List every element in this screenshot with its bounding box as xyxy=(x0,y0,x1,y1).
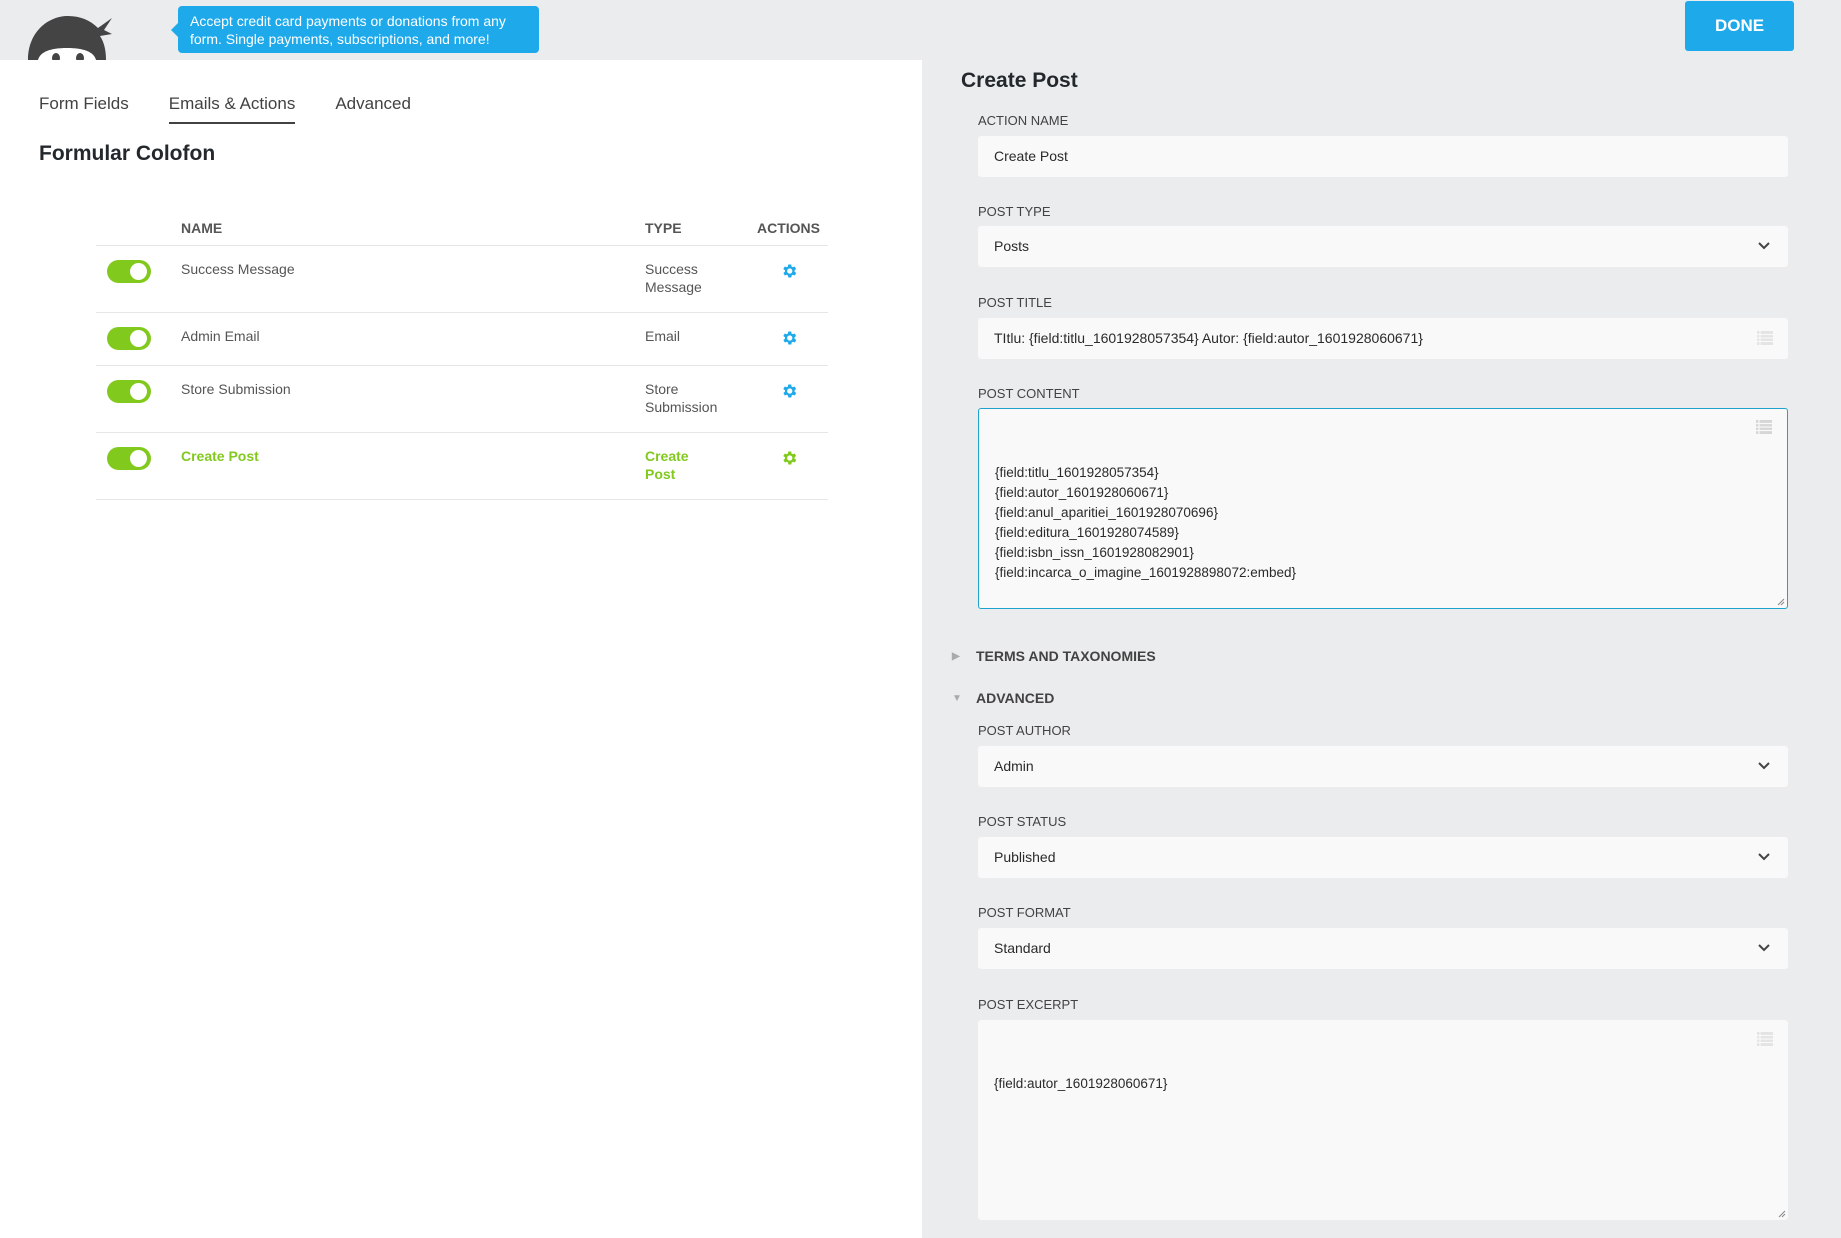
post-title-input[interactable]: TItlu: {field:titlu_1601928057354} Autor… xyxy=(978,318,1788,359)
action-name[interactable]: Create Post xyxy=(181,447,645,499)
caret-right-icon: ▶ xyxy=(952,650,960,662)
table-row-active[interactable]: Create Post Create Post xyxy=(96,433,828,500)
post-excerpt-textarea[interactable]: {field:autor_1601928060671} xyxy=(978,1020,1788,1220)
action-name-input[interactable]: Create Post xyxy=(978,136,1788,177)
chevron-down-icon xyxy=(1758,853,1770,861)
action-name[interactable]: Admin Email xyxy=(181,327,645,365)
actions-table: NAME TYPE ACTIONS Success Message Succes… xyxy=(96,210,828,500)
builder-tabs: Form Fields Emails & Actions Advanced xyxy=(39,94,451,124)
merge-tags-icon[interactable] xyxy=(1756,329,1774,347)
gear-icon[interactable] xyxy=(780,382,798,400)
left-panel: Form Fields Emails & Actions Advanced Fo… xyxy=(0,60,922,1238)
toggle-knob xyxy=(130,383,147,400)
post-title-label: POST TITLE xyxy=(978,295,1052,310)
post-author-value: Admin xyxy=(994,758,1034,774)
gear-icon[interactable] xyxy=(780,329,798,347)
table-header: NAME TYPE ACTIONS xyxy=(96,210,828,246)
post-status-value: Published xyxy=(994,849,1056,865)
toggle-knob xyxy=(130,330,147,347)
advanced-section-toggle[interactable]: ▼ ADVANCED xyxy=(952,690,1054,706)
advanced-section-label: ADVANCED xyxy=(976,690,1055,706)
post-type-select[interactable]: Posts xyxy=(978,226,1788,267)
header-name: NAME xyxy=(181,219,223,236)
done-button[interactable]: DONE xyxy=(1685,1,1794,51)
enable-toggle[interactable] xyxy=(107,447,151,470)
action-name[interactable]: Success Message xyxy=(181,260,645,312)
post-format-label: POST FORMAT xyxy=(978,905,1071,920)
post-format-value: Standard xyxy=(994,940,1051,956)
resize-handle-icon[interactable] xyxy=(1778,1210,1786,1218)
chevron-down-icon xyxy=(1758,762,1770,770)
terms-taxonomies-toggle[interactable]: ▶ TERMS AND TAXONOMIES xyxy=(952,648,1156,664)
post-type-value: Posts xyxy=(994,238,1030,254)
merge-tags-icon[interactable] xyxy=(1756,1030,1774,1048)
action-name[interactable]: Store Submission xyxy=(181,380,645,432)
merge-tags-icon[interactable] xyxy=(1755,418,1773,436)
caret-down-icon: ▼ xyxy=(952,692,962,704)
action-type: Email xyxy=(645,328,681,344)
tab-advanced[interactable]: Advanced xyxy=(335,94,411,124)
terms-taxonomies-label: TERMS AND TAXONOMIES xyxy=(976,648,1156,664)
post-content-value: {field:titlu_1601928057354} {field:autor… xyxy=(995,465,1296,580)
post-content-textarea[interactable]: {field:titlu_1601928057354} {field:autor… xyxy=(978,408,1788,609)
ninja-forms-logo xyxy=(20,10,130,60)
post-type-label: POST TYPE xyxy=(978,204,1051,219)
promo-tooltip[interactable]: Accept credit card payments or donations… xyxy=(171,6,539,53)
tab-emails-actions[interactable]: Emails & Actions xyxy=(168,94,296,124)
post-author-select[interactable]: Admin xyxy=(978,746,1788,787)
post-title-value: TItlu: {field:titlu_1601928057354} Autor… xyxy=(994,330,1423,346)
header-actions: ACTIONS xyxy=(757,219,820,236)
enable-toggle[interactable] xyxy=(107,260,151,283)
gear-icon[interactable] xyxy=(780,449,798,467)
header-type: TYPE xyxy=(645,219,682,236)
toggle-knob xyxy=(130,450,147,467)
post-excerpt-label: POST EXCERPT xyxy=(978,997,1079,1012)
gear-icon[interactable] xyxy=(780,262,798,280)
chevron-down-icon xyxy=(1758,242,1770,250)
resize-handle-icon[interactable] xyxy=(1777,598,1785,606)
post-status-select[interactable]: Published xyxy=(978,837,1788,878)
panel-title: Create Post xyxy=(961,69,1078,92)
top-bar: Accept credit card payments or donations… xyxy=(0,0,1841,60)
form-title: Formular Colofon xyxy=(39,142,216,165)
action-type: Create Post xyxy=(645,448,689,482)
action-type: Success Message xyxy=(645,261,702,295)
chevron-down-icon xyxy=(1758,944,1770,952)
post-content-label: POST CONTENT xyxy=(978,386,1080,401)
post-status-label: POST STATUS xyxy=(978,814,1067,829)
action-type: Store Submission xyxy=(645,381,718,415)
post-author-label: POST AUTHOR xyxy=(978,723,1071,738)
toggle-knob xyxy=(130,263,147,280)
post-excerpt-value: {field:autor_1601928060671} xyxy=(994,1076,1168,1091)
tab-form-fields[interactable]: Form Fields xyxy=(39,94,129,124)
enable-toggle[interactable] xyxy=(107,327,151,350)
table-row[interactable]: Store Submission Store Submission xyxy=(96,366,828,433)
enable-toggle[interactable] xyxy=(107,380,151,403)
action-name-label: ACTION NAME xyxy=(978,113,1069,128)
table-row[interactable]: Success Message Success Message xyxy=(96,246,828,313)
post-format-select[interactable]: Standard xyxy=(978,928,1788,969)
table-row[interactable]: Admin Email Email xyxy=(96,313,828,366)
